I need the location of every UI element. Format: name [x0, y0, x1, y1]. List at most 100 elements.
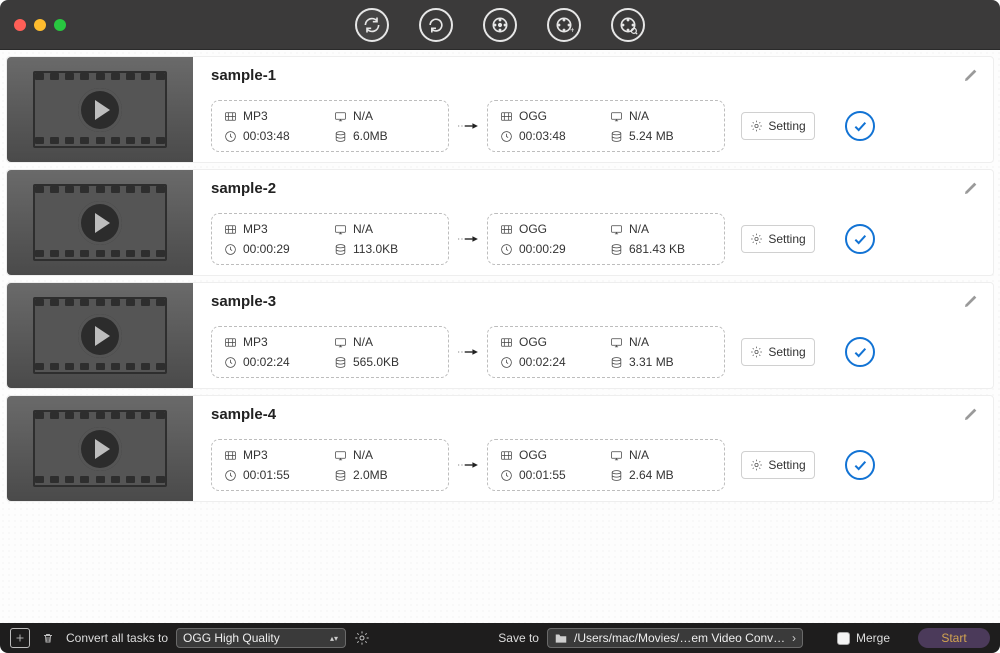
- gear-icon: [750, 233, 763, 246]
- refresh-icon[interactable]: [355, 8, 389, 42]
- src-duration: 00:03:48: [243, 129, 290, 143]
- task-list: sample-1 MP3 N/A 00:03:48 6.0MB OGG N/A …: [0, 50, 1000, 623]
- src-duration: 00:01:55: [243, 468, 290, 482]
- dst-info-box: OGG N/A 00:02:24 3.31 MB: [487, 326, 725, 378]
- add-task-button[interactable]: [10, 628, 30, 648]
- src-format: MP3: [243, 109, 268, 123]
- video-thumbnail[interactable]: [7, 170, 193, 275]
- save-path-select[interactable]: /Users/mac/Movies/…em Video Converter ›: [547, 628, 803, 648]
- gear-icon: [750, 120, 763, 133]
- src-info-box: MP3 N/A 00:00:29 113.0KB: [211, 213, 449, 265]
- task-row[interactable]: sample-3 MP3 N/A 00:02:24 565.0KB OGG N/…: [6, 282, 994, 389]
- maximize-window-button[interactable]: [54, 19, 66, 31]
- screen-icon: [610, 336, 623, 349]
- edit-task-button[interactable]: [963, 293, 979, 309]
- src-duration: 00:02:24: [243, 355, 290, 369]
- task-setting-button[interactable]: Setting: [741, 451, 815, 479]
- src-format: MP3: [243, 448, 268, 462]
- delete-task-button[interactable]: [38, 628, 58, 648]
- dst-format: OGG: [519, 222, 547, 236]
- screen-icon: [610, 110, 623, 123]
- preset-settings-button[interactable]: [354, 630, 370, 646]
- dst-resolution: N/A: [629, 222, 649, 236]
- task-setting-button[interactable]: Setting: [741, 225, 815, 253]
- setting-label: Setting: [768, 345, 805, 359]
- dst-resolution: N/A: [629, 448, 649, 462]
- dst-size: 3.31 MB: [629, 355, 674, 369]
- src-duration: 00:00:29: [243, 242, 290, 256]
- film-icon: [500, 449, 513, 462]
- dst-info-box: OGG N/A 00:01:55 2.64 MB: [487, 439, 725, 491]
- clock-icon: [224, 469, 237, 482]
- screen-icon: [334, 223, 347, 236]
- disk-icon: [334, 469, 347, 482]
- task-selected-toggle[interactable]: [845, 450, 875, 480]
- film-icon: [224, 336, 237, 349]
- film-icon: [224, 223, 237, 236]
- task-selected-toggle[interactable]: [845, 224, 875, 254]
- task-row[interactable]: sample-4 MP3 N/A 00:01:55 2.0MB OGG N/A …: [6, 395, 994, 502]
- film-icon: [224, 449, 237, 462]
- window-controls: [14, 19, 66, 31]
- film-icon: [224, 110, 237, 123]
- screen-icon: [610, 449, 623, 462]
- task-setting-button[interactable]: Setting: [741, 112, 815, 140]
- task-row[interactable]: sample-2 MP3 N/A 00:00:29 113.0KB OGG N/…: [6, 169, 994, 276]
- video-thumbnail[interactable]: [7, 57, 193, 162]
- close-window-button[interactable]: [14, 19, 26, 31]
- toolbar: +: [355, 8, 645, 42]
- task-body: sample-3 MP3 N/A 00:02:24 565.0KB OGG N/…: [193, 283, 993, 388]
- clock-icon: [500, 356, 513, 369]
- film-plus-icon[interactable]: +: [547, 8, 581, 42]
- gear-icon: [750, 459, 763, 472]
- task-selected-toggle[interactable]: [845, 111, 875, 141]
- video-thumbnail[interactable]: [7, 283, 193, 388]
- merge-checkbox[interactable]: [837, 632, 850, 645]
- screen-icon: [334, 110, 347, 123]
- merge-toggle[interactable]: Merge: [837, 631, 890, 645]
- refresh-down-icon[interactable]: [419, 8, 453, 42]
- disk-icon: [610, 130, 623, 143]
- task-row[interactable]: sample-1 MP3 N/A 00:03:48 6.0MB OGG N/A …: [6, 56, 994, 163]
- dst-resolution: N/A: [629, 109, 649, 123]
- task-body: sample-1 MP3 N/A 00:03:48 6.0MB OGG N/A …: [193, 57, 993, 162]
- disk-icon: [334, 243, 347, 256]
- film-search-icon[interactable]: [611, 8, 645, 42]
- start-button[interactable]: Start: [918, 628, 990, 648]
- film-gear-icon[interactable]: [483, 8, 517, 42]
- dst-resolution: N/A: [629, 335, 649, 349]
- disk-icon: [610, 469, 623, 482]
- svg-text:+: +: [570, 24, 574, 34]
- task-body: sample-2 MP3 N/A 00:00:29 113.0KB OGG N/…: [193, 170, 993, 275]
- src-resolution: N/A: [353, 222, 373, 236]
- clock-icon: [224, 356, 237, 369]
- merge-label: Merge: [856, 631, 890, 645]
- task-title: sample-1: [211, 67, 979, 84]
- screen-icon: [610, 223, 623, 236]
- src-size: 113.0KB: [353, 242, 398, 256]
- edit-task-button[interactable]: [963, 180, 979, 196]
- disk-icon: [334, 356, 347, 369]
- src-resolution: N/A: [353, 335, 373, 349]
- src-size: 565.0KB: [353, 355, 399, 369]
- src-resolution: N/A: [353, 109, 373, 123]
- task-selected-toggle[interactable]: [845, 337, 875, 367]
- edit-task-button[interactable]: [963, 406, 979, 422]
- preset-select[interactable]: OGG High Quality ▴▾: [176, 628, 346, 648]
- dst-duration: 00:02:24: [519, 355, 566, 369]
- edit-task-button[interactable]: [963, 67, 979, 83]
- dst-duration: 00:00:29: [519, 242, 566, 256]
- dst-format: OGG: [519, 448, 547, 462]
- minimize-window-button[interactable]: [34, 19, 46, 31]
- gear-icon: [750, 346, 763, 359]
- film-icon: [500, 223, 513, 236]
- src-info-box: MP3 N/A 00:03:48 6.0MB: [211, 100, 449, 152]
- screen-icon: [334, 449, 347, 462]
- setting-label: Setting: [768, 458, 805, 472]
- start-label: Start: [941, 631, 966, 645]
- video-thumbnail[interactable]: [7, 396, 193, 501]
- dst-info-box: OGG N/A 00:00:29 681.43 KB: [487, 213, 725, 265]
- dst-info-box: OGG N/A 00:03:48 5.24 MB: [487, 100, 725, 152]
- task-title: sample-2: [211, 180, 979, 197]
- task-setting-button[interactable]: Setting: [741, 338, 815, 366]
